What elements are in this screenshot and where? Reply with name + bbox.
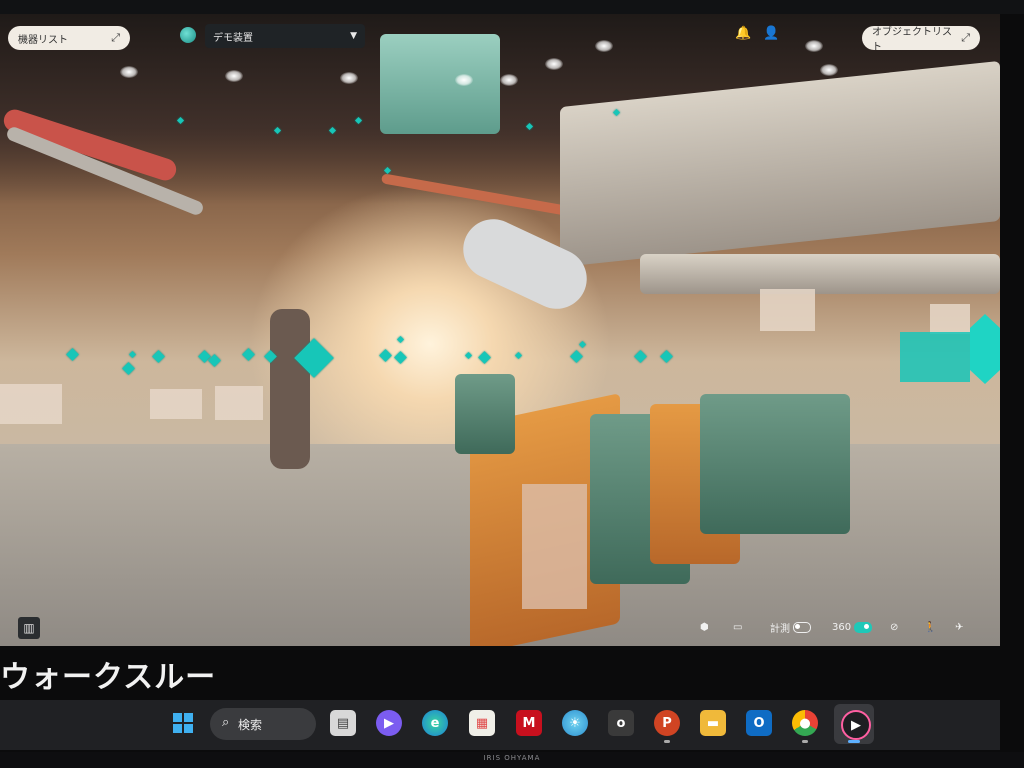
object-marker[interactable] [152, 350, 165, 363]
windows-start-icon[interactable] [170, 710, 196, 736]
duct [640, 254, 1000, 294]
equipment-list-label: 機器リスト [18, 34, 68, 46]
object-marker[interactable] [478, 351, 491, 364]
masked-region [760, 289, 815, 331]
object-marker[interactable] [379, 349, 392, 362]
object-marker-large[interactable] [900, 332, 970, 382]
pump [455, 374, 515, 454]
mcafee-icon[interactable]: M [516, 710, 542, 736]
masked-region [930, 304, 970, 334]
fly-mode-button[interactable]: ✈ [955, 618, 963, 636]
object-list-button[interactable]: オブジェクトリスト ⤢ [862, 26, 980, 53]
object-marker[interactable] [394, 351, 407, 364]
running-indicator-active [848, 740, 860, 743]
view360-label: 360 [832, 621, 852, 633]
object-marker[interactable] [464, 351, 473, 360]
duct [380, 34, 500, 134]
search-icon: ⌕ [222, 715, 230, 730]
media-player-icon[interactable]: ▶ [841, 710, 871, 740]
expand-icon: ⤢ [961, 31, 970, 44]
tank [270, 309, 310, 469]
cube-view-button[interactable]: ⬢ [700, 618, 709, 636]
walk-icon: 🚶 [924, 621, 937, 633]
object-marker[interactable] [570, 350, 583, 363]
masked-region [150, 389, 202, 419]
running-indicator [664, 740, 670, 743]
ceiling-light [595, 40, 613, 52]
chevron-down-icon: ▼ [350, 31, 357, 41]
slide-caption: ウォークスルー [0, 660, 217, 695]
ceiling-light [500, 74, 518, 86]
masked-region [0, 384, 62, 424]
object-marker[interactable] [514, 351, 523, 360]
user-icon[interactable]: 👤 [763, 26, 779, 41]
chrome-icon[interactable]: ● [792, 710, 818, 736]
monitor-brand: IRIS OHYAMA [483, 754, 541, 762]
view360-switch[interactable] [854, 621, 873, 633]
bell-icon[interactable]: 🔔 [735, 26, 751, 41]
ceiling-light [225, 70, 243, 82]
walk-mode-button[interactable]: 🚶 [924, 618, 936, 636]
expand-icon: ⤢ [111, 31, 120, 44]
object-marker[interactable] [660, 350, 673, 363]
ceiling-light [340, 72, 358, 84]
edge-icon[interactable]: e [422, 710, 448, 736]
equipment-list-button[interactable]: 機器リスト ⤢ [8, 26, 130, 50]
object-list-label: オブジェクトリスト [872, 27, 952, 53]
object-marker[interactable] [396, 335, 405, 344]
motor [700, 394, 850, 534]
map-button[interactable]: ▥ [18, 617, 40, 639]
cube-icon: ⬢ [700, 621, 709, 633]
outlook-icon[interactable]: O [746, 710, 772, 736]
object-marker[interactable] [122, 362, 135, 375]
project-select[interactable]: デモ装置 ▼ [205, 24, 365, 48]
microsoft-store-icon[interactable]: ▦ [469, 710, 495, 736]
app-icon[interactable]: o [608, 710, 634, 736]
globe-icon[interactable] [180, 27, 196, 43]
hide-markers-button[interactable]: ⊘ [890, 618, 898, 636]
object-marker[interactable] [128, 350, 137, 359]
running-indicator [802, 740, 808, 743]
object-marker[interactable] [66, 348, 79, 361]
taskbar-search[interactable]: ⌕ 検索 [210, 708, 316, 740]
airplane-icon: ✈ [955, 621, 964, 633]
object-marker[interactable] [578, 340, 587, 349]
task-view-icon[interactable]: ▤ [330, 710, 356, 736]
project-select-value: デモ装置 [213, 32, 253, 44]
ceiling-light [455, 74, 473, 86]
masked-region [522, 484, 587, 609]
ceiling-light [120, 66, 138, 78]
measure-toggle[interactable]: 計測 [770, 618, 811, 636]
eye-slash-icon: ⊘ [890, 621, 899, 633]
ruler-icon: ▭ [733, 621, 743, 633]
view360-toggle[interactable]: 360 [832, 618, 873, 636]
ceiling-light [805, 40, 823, 52]
teams-chat-icon[interactable]: ▶ [376, 710, 402, 736]
weather-icon[interactable]: ☀ [562, 710, 588, 736]
powerpoint-icon[interactable]: P [654, 710, 680, 736]
masked-region [215, 386, 263, 420]
object-marker-large[interactable] [970, 314, 1000, 384]
ceiling-light [545, 58, 563, 70]
measure-label: 計測 [770, 623, 790, 635]
object-marker[interactable] [242, 348, 255, 361]
object-marker[interactable] [634, 350, 647, 363]
monitor-bezel-top [0, 0, 1024, 14]
taskbar-search-label: 検索 [238, 717, 263, 732]
map-icon: ▥ [23, 621, 35, 635]
ruler-button[interactable]: ▭ [733, 618, 742, 636]
ceiling-light [820, 64, 838, 76]
file-explorer-icon[interactable]: ▬ [700, 710, 726, 736]
measure-switch[interactable] [793, 621, 811, 633]
panorama-viewer[interactable]: 機器リスト ⤢ デモ装置 ▼ 🔔 👤 オブジェクトリスト ⤢ ▥ ⬢ ▭ 計測 … [0, 14, 1000, 646]
